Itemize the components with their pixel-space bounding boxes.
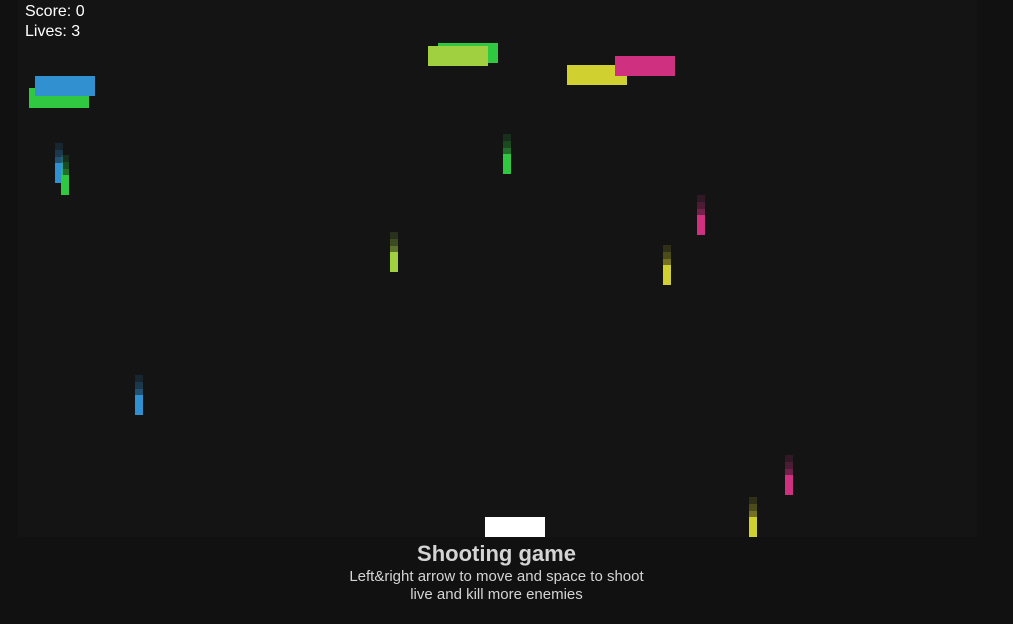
enemy-block [615, 56, 675, 76]
enemy-bullet [390, 232, 398, 272]
bullet-core [749, 517, 757, 537]
bullet-trail [390, 239, 398, 246]
enemy-bullet [503, 134, 511, 174]
bullet-trail [61, 162, 69, 169]
bullet-trail [749, 504, 757, 511]
bullet-trail [663, 252, 671, 259]
score-label: Score: [25, 3, 72, 20]
lives-value: 3 [71, 23, 81, 40]
game-title: Shooting game [417, 541, 576, 566]
bullet-trail [135, 382, 143, 389]
bullet-core [135, 395, 143, 415]
bullet-trail [697, 202, 705, 209]
score-display: Score: 0 [25, 2, 85, 22]
lives-label: Lives: [25, 23, 67, 40]
bullet-trail [61, 155, 69, 162]
bullet-core [503, 154, 511, 174]
enemy-bullet [61, 155, 69, 195]
bullet-core [390, 252, 398, 272]
bullet-trail [135, 375, 143, 382]
bullet-trail [503, 134, 511, 141]
bullet-trail [749, 497, 757, 504]
enemy-bullet [785, 455, 793, 495]
game-info: Shooting game Left&right arrow to move a… [0, 540, 993, 604]
player-ship [485, 517, 545, 537]
bullet-trail [663, 245, 671, 252]
bullet-trail [785, 462, 793, 469]
score-value: 0 [75, 3, 85, 20]
enemy-bullet [749, 497, 757, 537]
game-goal: live and kill more enemies [410, 586, 583, 603]
game-page: Score: 0 Lives: 3 Shooting game Left&rig… [0, 0, 1013, 624]
bullet-core [61, 175, 69, 195]
bullet-trail [785, 455, 793, 462]
enemy-block [428, 46, 488, 66]
bullet-core [785, 475, 793, 495]
enemy-block [35, 76, 95, 96]
enemy-bullet [697, 195, 705, 235]
bullet-trail [55, 143, 63, 150]
bullet-trail [697, 195, 705, 202]
controls-instructions: Left&right arrow to move and space to sh… [349, 568, 644, 585]
bullet-core [663, 265, 671, 285]
bullet-trail [390, 232, 398, 239]
lives-display: Lives: 3 [25, 22, 80, 42]
bullet-core [697, 215, 705, 235]
bullet-trail [503, 141, 511, 148]
enemy-bullet [663, 245, 671, 285]
enemy-bullet [135, 375, 143, 415]
game-canvas[interactable] [18, 0, 977, 537]
